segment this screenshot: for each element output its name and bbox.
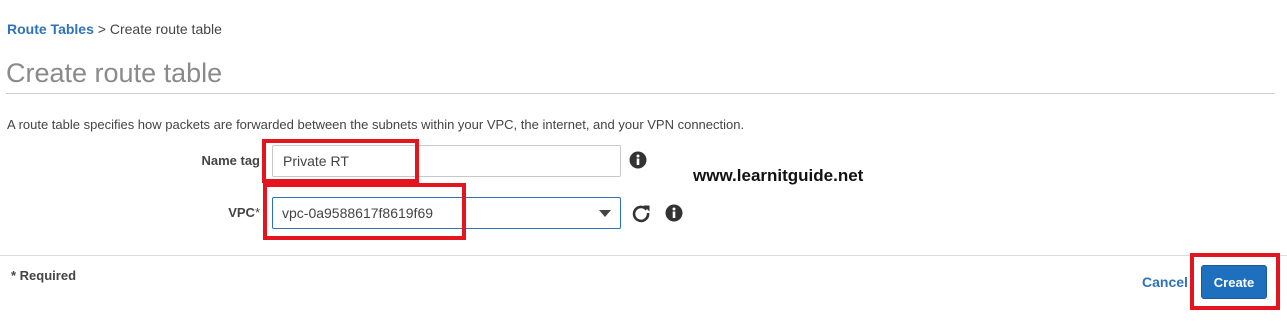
watermark-text: www.learnitguide.net [693, 166, 864, 185]
page-title: Create route table [6, 58, 223, 88]
name-tag-info-icon[interactable] [629, 151, 647, 169]
vpc-label: VPC* [140, 205, 260, 220]
highlight-box-create [1190, 253, 1280, 310]
required-note: * Required [11, 268, 77, 283]
breadcrumb: Route Tables > Create route table [7, 21, 222, 37]
chevron-down-icon [599, 210, 611, 217]
vpc-info-icon[interactable] [665, 204, 683, 222]
vpc-label-text: VPC [228, 205, 255, 220]
footer-divider [0, 255, 1287, 256]
highlight-box-name-tag [262, 139, 419, 183]
breadcrumb-separator: > [97, 21, 106, 37]
page-description: A route table specifies how packets are … [7, 117, 745, 132]
highlight-box-vpc [263, 183, 466, 240]
name-tag-label: Name tag [201, 153, 260, 168]
vpc-required-mark: * [254, 205, 260, 220]
refresh-icon[interactable] [631, 203, 651, 223]
breadcrumb-current: Create route table [109, 21, 222, 37]
title-divider [6, 93, 1275, 94]
cancel-button[interactable]: Cancel [1142, 274, 1188, 290]
breadcrumb-route-tables-link[interactable]: Route Tables [7, 21, 94, 37]
